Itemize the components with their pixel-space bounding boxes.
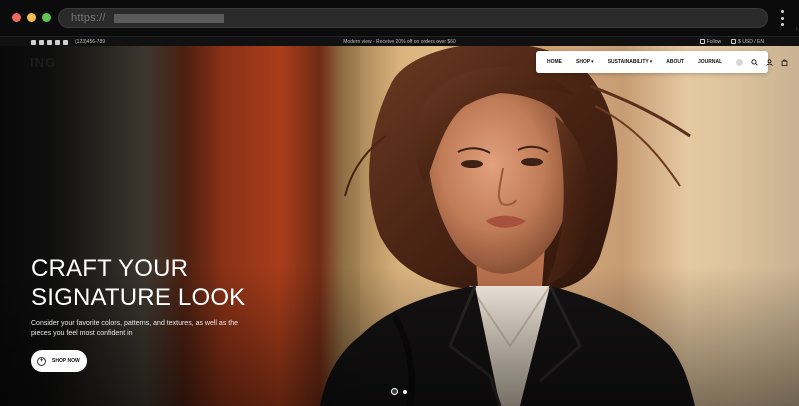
slide-dot[interactable]: [403, 389, 407, 394]
slider-pagination: [391, 388, 407, 395]
hero-subtext: Consider your favorite colors, patterns,…: [31, 320, 238, 337]
close-window-button[interactable]: [12, 13, 21, 22]
nav-item-shop[interactable]: SHOP▾: [576, 59, 594, 65]
chevron-down-icon: ▾: [591, 59, 594, 65]
browser-menu-icon[interactable]: [779, 10, 785, 26]
url-text: https://: [71, 12, 106, 24]
hero-headline: CRAFT YOUR SIGNATURE LOOK: [31, 254, 245, 312]
globe-icon: [731, 39, 737, 45]
chevron-down-icon: ▾: [649, 59, 653, 65]
hero-headline-line-2: SIGNATURE LOOK: [31, 284, 246, 311]
follow-icon: [699, 39, 705, 45]
address-bar[interactable]: https://: [58, 8, 768, 28]
nav-item-journal[interactable]: JOURNAL: [698, 59, 722, 65]
nav-item-home[interactable]: HOME: [547, 59, 562, 65]
shop-now-button[interactable]: + SHOP NOW: [31, 350, 87, 372]
bag-icon[interactable]: [781, 59, 788, 66]
plus-icon: +: [37, 356, 46, 366]
window-controls: [12, 13, 51, 22]
language-flag-icon[interactable]: [736, 58, 744, 66]
url-redacted-block: [113, 13, 224, 23]
nav-item-about[interactable]: ABOUT: [666, 59, 684, 65]
nav-item-sustainability[interactable]: SUSTAINABILITY▾: [608, 59, 653, 65]
slide-dot-active[interactable]: [391, 388, 398, 395]
minimize-window-button[interactable]: [27, 13, 36, 22]
hero-banner: ING HOME SHOP▾ SUSTAINABILITY▾ ABOUT JOU…: [0, 46, 799, 406]
announcement-bar: (123)456-789 Modern view - Receive 20% o…: [0, 36, 799, 46]
hero-headline-line-1: CRAFT YOUR: [31, 255, 189, 282]
search-icon[interactable]: [751, 58, 758, 66]
scroll-arrow-icon: ›: [795, 26, 798, 33]
maximize-window-button[interactable]: [42, 13, 51, 22]
nav-icons: [736, 58, 788, 66]
site-logo[interactable]: ING: [30, 55, 56, 70]
browser-chrome: https://: [0, 0, 799, 36]
main-navigation: HOME SHOP▾ SUSTAINABILITY▾ ABOUT JOURNAL: [536, 51, 788, 73]
shop-now-label: SHOP NOW: [52, 358, 80, 364]
account-icon[interactable]: [766, 58, 773, 66]
